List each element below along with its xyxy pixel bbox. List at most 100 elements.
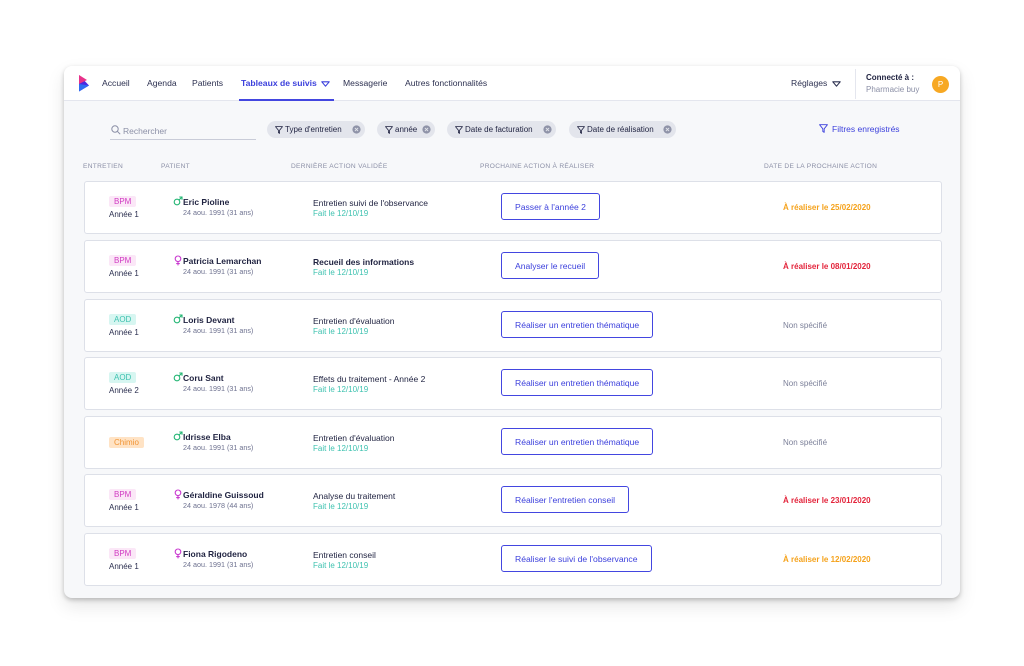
last-action-date: Fait le 12/10/19 [313, 385, 369, 394]
interview-type-badge: BPM [109, 255, 137, 266]
column-header-entretien[interactable]: ENTRETIEN [83, 163, 123, 170]
nav-item-tableaux-de-suivis[interactable]: Tableaux de suivis [241, 78, 330, 88]
app-logo[interactable] [78, 75, 90, 92]
patient-name[interactable]: Idrisse Elba [183, 432, 231, 442]
next-action-due-date: Non spécifié [783, 321, 828, 330]
patient-name[interactable]: Géraldine Guissoud [183, 490, 264, 500]
nav-item-messagerie[interactable]: Messagerie [343, 78, 387, 88]
next-action-button[interactable]: Réaliser un entretien thématique [501, 428, 654, 455]
filter-chip-annee[interactable]: année [377, 121, 435, 138]
patient-birth-date: 24 aou. 1991 (31 ans) [183, 326, 254, 335]
column-header-date-prochaine-action[interactable]: DATE DE LA PROCHAINE ACTION [764, 163, 877, 170]
connected-label: Connecté à : [866, 73, 915, 82]
table-row[interactable]: BPM Année 1 Fiona Rigodeno 24 aou. 1991 … [84, 533, 942, 586]
table-row[interactable]: BPM Année 1 Géraldine Guissoud 24 aou. 1… [84, 474, 942, 527]
next-action-due-date: À réaliser le 12/02/2020 [783, 555, 871, 564]
search-input[interactable] [123, 123, 253, 138]
filter-chip-date-realisation[interactable]: Date de réalisation [569, 121, 676, 138]
nav-item-autres-fonctionnalites[interactable]: Autres fonctionnalités [405, 78, 487, 88]
last-action-title: Entretien conseil [313, 550, 376, 560]
patient-name[interactable]: Loris Devant [183, 315, 235, 325]
app-window: Accueil Agenda Patients Tableaux de suiv… [64, 66, 960, 598]
filter-chip-label: année [395, 125, 418, 134]
patient-birth-date: 24 aou. 1991 (31 ans) [183, 560, 254, 569]
male-icon [173, 196, 183, 206]
interview-year: Année 1 [109, 269, 139, 278]
saved-filters-label: Filtres enregistrés [832, 124, 900, 134]
table-row[interactable]: AOD Année 1 Loris Devant 24 aou. 1991 (3… [84, 299, 942, 352]
nav-item-agenda[interactable]: Agenda [147, 78, 177, 88]
next-action-button[interactable]: Réaliser l'entretien conseil [501, 486, 630, 513]
patient-birth-date: 24 aou. 1991 (31 ans) [183, 384, 254, 393]
last-action-date: Fait le 12/10/19 [313, 561, 369, 570]
male-icon [173, 372, 183, 382]
filter-funnel-icon [385, 126, 393, 134]
next-action-due-date: Non spécifié [783, 438, 828, 447]
top-nav-bar: Accueil Agenda Patients Tableaux de suiv… [64, 66, 960, 101]
column-header-derniere-action[interactable]: DERNIÈRE ACTION VALIDÉE [291, 163, 388, 170]
patient-birth-date: 24 aou. 1991 (31 ans) [183, 267, 254, 276]
settings-label: Réglages [791, 78, 828, 88]
interview-type-badge: AOD [109, 314, 137, 325]
next-action-due-date: À réaliser le 25/02/2020 [783, 203, 871, 212]
last-action-title: Analyse du traitement [313, 491, 396, 501]
interview-year: Année 2 [109, 386, 139, 395]
nav-item-patients[interactable]: Patients [192, 78, 223, 88]
table-row[interactable]: Chimio Idrisse Elba 24 aou. 1991 (31 ans… [84, 416, 942, 469]
chevron-down-icon [832, 81, 842, 87]
last-action-date: Fait le 12/10/19 [313, 327, 369, 336]
last-action-date: Fait le 12/10/19 [313, 502, 369, 511]
search-box [110, 123, 256, 140]
search-icon [111, 125, 121, 135]
next-action-button[interactable]: Réaliser un entretien thématique [501, 369, 654, 396]
filter-funnel-icon [577, 126, 585, 134]
interview-type-badge: BPM [109, 196, 137, 207]
female-icon [174, 548, 182, 559]
avatar[interactable]: P [932, 76, 949, 93]
clear-circle-x-icon[interactable] [352, 125, 361, 134]
interview-year: Année 1 [109, 210, 139, 219]
clear-circle-x-icon[interactable] [543, 125, 552, 134]
patient-name[interactable]: Patricia Lemarchan [183, 256, 261, 266]
filter-chip-date-facturation[interactable]: Date de facturation [447, 121, 556, 138]
last-action-title: Effets du traitement - Année 2 [313, 374, 426, 384]
next-action-button[interactable]: Réaliser un entretien thématique [501, 311, 654, 338]
patient-birth-date: 24 aou. 1991 (31 ans) [183, 443, 254, 452]
last-action-title: Entretien suivi de l'observance [313, 198, 429, 208]
clear-circle-x-icon[interactable] [422, 125, 431, 134]
interview-type-badge: BPM [109, 489, 137, 500]
interview-year: Année 1 [109, 562, 139, 571]
filter-chip-label: Type d'entretien [285, 125, 342, 134]
table-row[interactable]: BPM Année 1 Patricia Lemarchan 24 aou. 1… [84, 240, 942, 293]
connected-pharmacy: Pharmacie buy [866, 85, 920, 94]
female-icon [174, 255, 182, 266]
patient-name[interactable]: Fiona Rigodeno [183, 549, 247, 559]
table-row[interactable]: BPM Année 1 Eric Pioline 24 aou. 1991 (3… [84, 181, 942, 234]
interview-year: Année 1 [109, 328, 139, 337]
next-action-button[interactable]: Passer à l'année 2 [501, 193, 600, 220]
settings-menu[interactable]: Réglages [791, 78, 842, 88]
next-action-due-date: Non spécifié [783, 379, 828, 388]
next-action-due-date: À réaliser le 23/01/2020 [783, 496, 871, 505]
table-row[interactable]: AOD Année 2 Coru Sant 24 aou. 1991 (31 a… [84, 357, 942, 410]
female-icon [174, 489, 182, 500]
male-icon [173, 431, 183, 441]
nav-item-accueil[interactable]: Accueil [102, 78, 130, 88]
patient-name[interactable]: Coru Sant [183, 373, 224, 383]
male-icon [173, 314, 183, 324]
saved-filters-link[interactable]: Filtres enregistrés [819, 124, 900, 134]
next-action-due-date: À réaliser le 08/01/2020 [783, 262, 871, 271]
last-action-date: Fait le 12/10/19 [313, 444, 369, 453]
next-action-button[interactable]: Analyser le recueil [501, 252, 600, 279]
filter-chip-label: Date de réalisation [587, 125, 654, 134]
clear-circle-x-icon[interactable] [663, 125, 672, 134]
patient-birth-date: 24 aou. 1978 (44 ans) [183, 501, 254, 510]
patient-name[interactable]: Eric Pioline [183, 197, 229, 207]
last-action-date: Fait le 12/10/19 [313, 268, 369, 277]
topbar-divider [855, 69, 856, 99]
column-header-patient[interactable]: PATIENT [161, 163, 190, 170]
column-header-prochaine-action[interactable]: PROCHAINE ACTION À RÉALISER [480, 163, 594, 170]
next-action-button[interactable]: Réaliser le suivi de l'observance [501, 545, 652, 572]
last-action-title: Entretien d'évaluation [313, 433, 395, 443]
filter-chip-type-entretien[interactable]: Type d'entretien [267, 121, 365, 138]
